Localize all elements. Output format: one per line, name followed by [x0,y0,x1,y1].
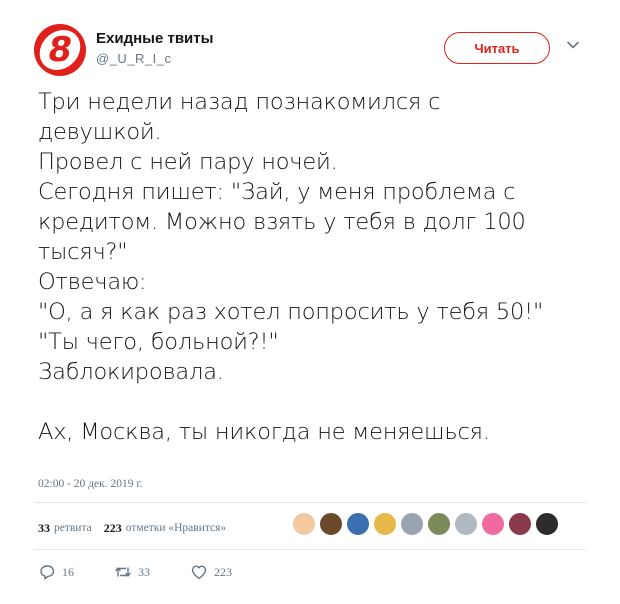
retweet-count: 33 [138,564,150,579]
liker-avatar[interactable] [319,512,343,536]
avatar[interactable]: 8 [34,24,86,76]
avatar-logo: 8 [36,30,84,70]
tweet-line: "О, а я как раз хотел попросить у тебя 5… [38,299,544,325]
tweet-header: 8 Ехидные твиты @_U_R_I_c Читать [34,24,594,80]
like-count: 223 [214,564,232,579]
tweet-line: кредитом. Можно взять у тебя в долг 100 [38,209,526,235]
liker-avatar[interactable] [373,512,397,536]
tweet-line: Отвечаю: [38,269,147,295]
likers-avatars [292,512,562,538]
tweet-line: Ах, Москва, ты никогда не меняешься. [38,419,490,445]
liker-avatar[interactable] [535,512,559,536]
divider [34,549,586,550]
user-name[interactable]: Ехидные твиты [96,30,213,47]
retweets-count[interactable]: 33 [38,521,50,536]
likes-label[interactable]: отметки «Нравится» [126,522,226,534]
tweet-line: Сегодня пишет: "Зай, у меня проблема с [38,179,516,205]
liker-avatar[interactable] [346,512,370,536]
liker-avatar[interactable] [400,512,424,536]
tweet-stats: 33 ретвита 223 отметки «Нравится» [38,518,238,538]
tweet-line: девушкой. [38,119,162,145]
divider [34,502,586,503]
tweet-line: Провел с ней пару ночей. [38,149,338,175]
heart-icon [191,565,207,580]
retweet-button[interactable]: 33 [114,563,150,581]
tweet-actions: 16 33 223 [38,562,272,582]
tweet-timestamp[interactable]: 02:00 - 20 дек. 2019 г. [38,478,143,490]
avatar-glyph: 8 [44,30,76,70]
liker-avatar[interactable] [454,512,478,536]
liker-avatar[interactable] [508,512,532,536]
tweet-line: Заблокировала. [38,359,224,385]
chevron-down-icon[interactable] [566,38,580,52]
reply-button[interactable]: 16 [38,563,74,581]
reply-count: 16 [62,564,74,579]
tweet-text: Три недели назад познакомился с девушкой… [38,87,598,447]
tweet-line: "Ты чего, больной?!" [38,329,279,355]
tweet-line: тысяч?" [38,239,128,265]
liker-avatar[interactable] [481,512,505,536]
reply-icon [40,565,55,580]
user-handle[interactable]: @_U_R_I_c [96,51,172,66]
retweets-label[interactable]: ретвита [54,522,92,534]
liker-avatar[interactable] [427,512,451,536]
tweet-line: Три недели назад познакомился с [38,89,441,115]
like-button[interactable]: 223 [190,563,232,581]
likes-count[interactable]: 223 [104,521,122,536]
retweet-icon [115,567,131,577]
liker-avatar[interactable] [292,512,316,536]
follow-button[interactable]: Читать [444,32,550,64]
